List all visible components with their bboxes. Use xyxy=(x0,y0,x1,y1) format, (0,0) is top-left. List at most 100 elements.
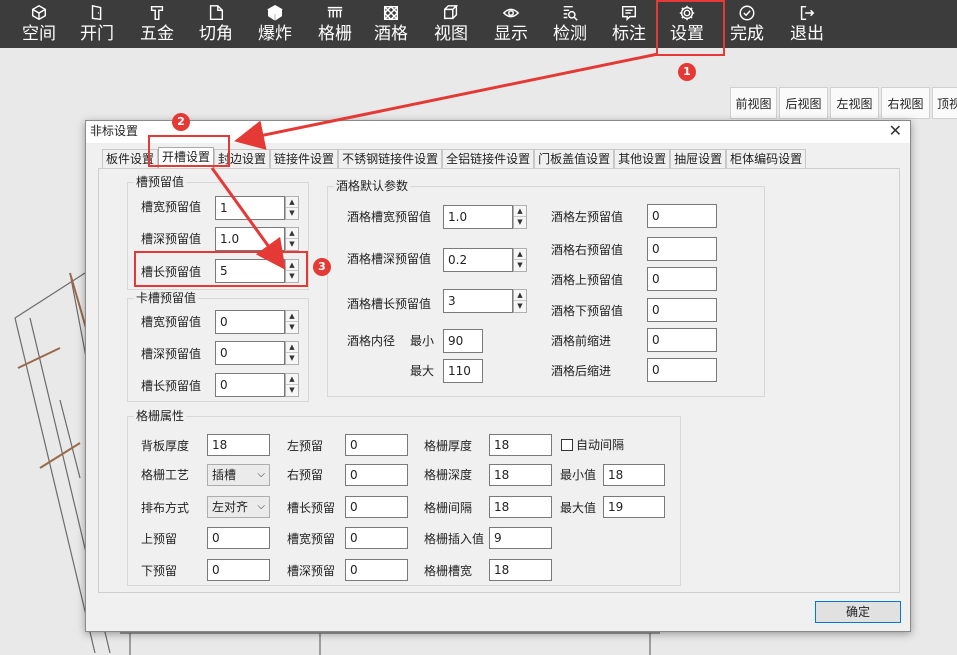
wine-right-input[interactable]: 0 xyxy=(647,237,717,261)
clip-depth-stepper[interactable]: ▲ ▼ xyxy=(285,341,299,365)
wine-min-input[interactable]: 90 xyxy=(443,329,483,353)
wine-slot-depth-input[interactable]: 0.2 xyxy=(443,248,513,272)
wine-inner-label: 酒格内径 xyxy=(347,334,396,348)
toolbar-label: 空间 xyxy=(22,24,56,44)
clip-length-stepper[interactable]: ▲ ▼ xyxy=(285,373,299,397)
left-view-button[interactable]: 左视图 xyxy=(830,87,879,119)
wine-slot-length-input[interactable]: 3 xyxy=(443,289,513,313)
slot-width-input[interactable]: 1 xyxy=(215,196,285,220)
slot-width-stepper[interactable]: ▲ ▼ xyxy=(285,196,299,220)
toolbar-button-10[interactable]: 标注 xyxy=(612,0,646,48)
auto-gap-checkbox[interactable] xyxy=(561,439,573,451)
clip-length-input[interactable]: 0 xyxy=(215,373,285,397)
top-reserve-input[interactable]: 0 xyxy=(207,527,270,549)
wine-slot-length-stepper[interactable]: ▲ ▼ xyxy=(513,289,527,313)
back-thickness-input[interactable]: 18 xyxy=(207,434,270,456)
check-circle-icon xyxy=(736,3,758,23)
slot-depth-input[interactable]: 1.0 xyxy=(215,227,285,251)
slot-depth-label: 槽深预留值 xyxy=(141,232,202,246)
toolbar-button-7[interactable]: 视图 xyxy=(434,0,468,48)
grille-gap-input[interactable]: 18 xyxy=(489,496,552,518)
toolbar-label: 格栅 xyxy=(318,24,352,44)
wine-max-input[interactable]: 110 xyxy=(443,359,483,383)
grille-slot-depth-input[interactable]: 0 xyxy=(345,559,408,581)
tab-8[interactable]: 抽屉设置 xyxy=(670,149,727,169)
grille-slot-width-input[interactable]: 0 xyxy=(345,527,408,549)
clip-width-stepper[interactable]: ▲ ▼ xyxy=(285,310,299,334)
grille-thickness-input[interactable]: 18 xyxy=(489,434,552,456)
slot-width-label: 槽宽预留值 xyxy=(141,200,202,214)
tab-5[interactable]: 全铝链接件设置 xyxy=(442,149,535,169)
grille-slot-width2-input[interactable]: 18 xyxy=(489,559,552,581)
step-badge-1: 1 xyxy=(678,63,696,81)
wine-right-label: 酒格右预留值 xyxy=(551,243,624,257)
back-thickness-label: 背板厚度 xyxy=(141,439,190,453)
grille-depth-input[interactable]: 18 xyxy=(489,464,552,486)
bottom-reserve-input[interactable]: 0 xyxy=(207,559,270,581)
toolbar-button-0[interactable]: 空间 xyxy=(22,0,56,48)
grille-min-input[interactable]: 18 xyxy=(603,464,665,486)
ok-button[interactable]: 确定 xyxy=(815,601,901,623)
tab-7[interactable]: 其他设置 xyxy=(614,149,671,169)
wine-right-label: 酒格左预留值 xyxy=(551,210,624,224)
toolbar-button-4[interactable]: 爆炸 xyxy=(258,0,292,48)
clip-width-input[interactable]: 0 xyxy=(215,310,285,334)
layout-value: 左对齐 xyxy=(212,500,249,514)
grille-insert-input[interactable]: 9 xyxy=(489,527,552,549)
right-reserve-input[interactable]: 0 xyxy=(345,464,408,486)
wine-right-label: 酒格上预留值 xyxy=(551,273,624,287)
toolbar-button-9[interactable]: 检测 xyxy=(553,0,587,48)
grille-craft-value: 插槽 xyxy=(212,468,237,482)
toolbar-label: 五金 xyxy=(140,24,174,44)
left-reserve-input[interactable]: 0 xyxy=(345,434,408,456)
grille-thickness-label: 格栅厚度 xyxy=(424,439,473,453)
wine-right-input[interactable]: 0 xyxy=(647,204,717,228)
door-icon xyxy=(86,3,108,23)
wine-slot-width-stepper[interactable]: ▲ ▼ xyxy=(513,205,527,229)
toolbar-button-6[interactable]: 酒格 xyxy=(374,0,408,48)
grille-max-input[interactable]: 19 xyxy=(603,496,665,518)
slot-depth-stepper[interactable]: ▲ ▼ xyxy=(285,227,299,251)
grille-craft-label: 格栅工艺 xyxy=(141,468,190,482)
tab-4[interactable]: 不锈钢链接件设置 xyxy=(338,149,443,169)
chevron-down-icon: ⌵ xyxy=(257,469,265,480)
top-view-button[interactable]: 顶视 xyxy=(932,87,957,119)
main-toolbar: 空间 开门 五金 切角 爆炸 格栅 酒格 视图 显示 检测 标注 设置 完成 退出 xyxy=(0,0,957,48)
toolbar-button-3[interactable]: 切角 xyxy=(199,0,233,48)
toolbar-button-12[interactable]: 完成 xyxy=(730,0,764,48)
right-view-button[interactable]: 右视图 xyxy=(881,87,930,119)
wine-slot-depth-label: 酒格槽深预留值 xyxy=(347,252,432,266)
toolbar-button-8[interactable]: 显示 xyxy=(494,0,528,48)
wine-right-input[interactable]: 0 xyxy=(647,267,717,291)
toolbar-button-1[interactable]: 开门 xyxy=(80,0,114,48)
explode-icon xyxy=(264,3,286,23)
grille-slot-length-input[interactable]: 0 xyxy=(345,496,408,518)
toolbar-button-13[interactable]: 退出 xyxy=(790,0,824,48)
custom-settings-dialog: 非标设置 ✕ 板件设置 开槽设置 封边设置 链接件设置 不锈钢链接件设置 全铝链接件设置门… xyxy=(85,120,911,632)
toolbar-button-2[interactable]: 五金 xyxy=(140,0,174,48)
wine-right-input[interactable]: 0 xyxy=(647,328,717,352)
clip-depth-input[interactable]: 0 xyxy=(215,341,285,365)
grille-depth-label: 格栅深度 xyxy=(424,468,473,482)
toolbar-button-5[interactable]: 格栅 xyxy=(318,0,352,48)
front-view-button[interactable]: 前视图 xyxy=(730,87,777,119)
tab-3[interactable]: 链接件设置 xyxy=(270,149,339,169)
wine-slot-depth-stepper[interactable]: ▲ ▼ xyxy=(513,248,527,272)
toolbar-label: 爆炸 xyxy=(258,24,292,44)
back-view-button[interactable]: 后视图 xyxy=(779,87,828,119)
layout-select[interactable]: 左对齐 ⌵ xyxy=(207,496,270,518)
grille-icon xyxy=(324,3,346,23)
close-icon[interactable]: ✕ xyxy=(889,122,902,140)
grille-slot-depth-label: 槽深预留 xyxy=(287,564,336,578)
tab-9[interactable]: 柜体编码设置 xyxy=(726,149,807,169)
grille-craft-select[interactable]: 插槽 ⌵ xyxy=(207,464,270,486)
wine-slot-width-input[interactable]: 1.0 xyxy=(443,205,513,229)
toolbar-label: 显示 xyxy=(494,24,528,44)
wine-right-input[interactable]: 0 xyxy=(647,358,717,382)
clip-reserve-title: 卡槽预留值 xyxy=(134,291,199,305)
dialog-title: 非标设置 xyxy=(90,124,139,138)
wine-right-input[interactable]: 0 xyxy=(647,298,717,322)
tab-6[interactable]: 门板盖值设置 xyxy=(534,149,615,169)
bottom-reserve-label: 下预留 xyxy=(141,564,178,578)
slot-length-highlight-box xyxy=(134,251,308,287)
